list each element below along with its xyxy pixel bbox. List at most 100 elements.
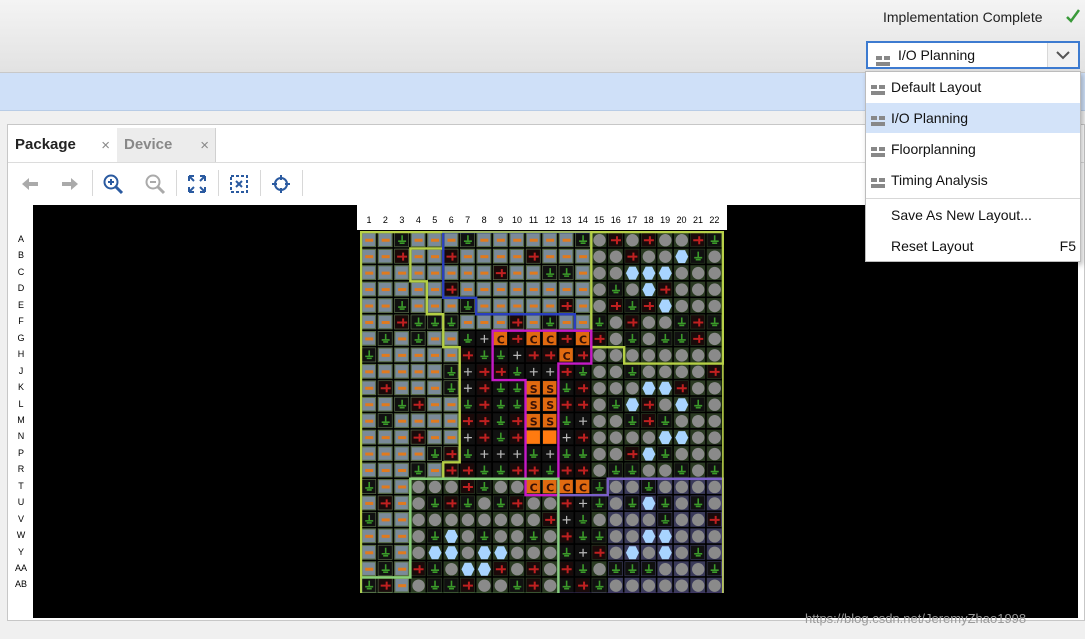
io-pin [609,431,623,444]
io-marker [562,238,571,242]
column-label: 20 [676,215,687,225]
io-pin [543,579,557,592]
layout-selector[interactable]: I/O Planning [866,41,1080,69]
io-marker [546,255,555,259]
io-pin [692,530,705,543]
io-marker [579,288,588,292]
io-pin [478,579,491,592]
menu-item-reset-layout[interactable]: Reset Layout F5 [866,231,1080,261]
io-pin [527,546,540,559]
io-pin [675,414,688,428]
io-pin [593,431,606,444]
io-marker [546,238,555,242]
menu-item-label: Reset Layout [891,238,974,254]
io-pin [708,299,721,313]
io-marker [431,386,440,390]
checkmark-icon [1065,8,1081,28]
tab-label: Device [124,136,173,153]
toolbar-separator [260,170,261,196]
io-marker [398,551,407,555]
io-pin [642,349,656,362]
config-pin-label: C [563,481,571,494]
back-icon[interactable] [18,172,42,196]
io-pin [708,349,721,362]
forward-icon[interactable] [58,172,82,196]
menu-item-save-as-new-layout[interactable]: Save As New Layout... [866,200,1080,230]
zoom-selection-icon[interactable] [227,172,251,196]
chevron-down-icon[interactable] [1047,43,1078,67]
row-label: K [17,382,24,393]
system-pin [542,430,557,444]
io-marker [447,403,456,407]
column-label: 17 [627,215,638,225]
io-marker [381,320,390,324]
io-pin [675,546,688,559]
io-pin [593,365,606,379]
io-marker [513,288,522,292]
io-marker [513,271,522,275]
io-marker [431,403,440,407]
io-pin [692,299,705,313]
io-marker [529,320,538,324]
column-label: 6 [448,215,454,225]
io-marker [447,419,456,423]
io-pin [527,513,540,527]
io-pin [675,497,688,510]
row-label: D [17,283,25,294]
io-marker [562,288,571,292]
io-marker [431,419,440,423]
menu-item-default-layout[interactable]: Default Layout [866,72,1080,102]
locate-icon[interactable] [269,172,293,196]
close-icon[interactable]: × [200,137,209,154]
io-pin [609,579,623,592]
io-marker [381,304,390,308]
row-label: R [17,464,25,475]
io-pin [659,250,672,263]
column-label: 4 [415,215,421,225]
io-pin [511,530,524,543]
system-pin-label: S [530,383,538,396]
io-pin [692,513,705,527]
io-pin [708,250,721,263]
io-marker [414,353,423,357]
menu-item-label: Timing Analysis [891,172,988,188]
menu-item-timing-analysis[interactable]: Timing Analysis [866,165,1080,195]
io-marker [381,452,390,456]
io-pin [626,349,639,362]
io-marker [496,320,505,324]
package-pin-grid[interactable]: C C C CCC C C CS SS SS S [360,231,724,593]
fit-to-view-icon[interactable] [185,172,209,196]
io-marker [529,271,538,275]
io-marker [414,419,423,423]
io-marker [431,255,440,259]
column-label: 7 [465,215,471,225]
layout-icon [876,51,890,70]
zoom-in-icon[interactable] [101,172,125,196]
io-pin [708,431,721,444]
io-marker [398,288,407,292]
io-pin [445,480,458,494]
implementation-status: Implementation Complete [883,9,1043,25]
io-marker [431,271,440,275]
row-label: C [17,266,25,277]
row-label: H [17,349,25,360]
io-pin [692,480,705,494]
zoom-out-icon[interactable] [143,172,167,196]
column-label: 2 [382,215,388,225]
io-pin [675,365,688,379]
io-marker [414,288,423,292]
row-label: AB [14,579,27,590]
tab-package[interactable]: Package × [8,128,116,162]
io-pin [642,464,656,477]
io-marker [381,271,390,275]
io-pin [642,431,656,444]
menu-item-io-planning[interactable]: I/O Planning [866,103,1080,133]
io-pin [642,579,656,592]
close-icon[interactable]: × [101,137,110,154]
system-pin-label: S [530,399,538,412]
column-label: 5 [432,215,438,225]
menu-item-floorplanning[interactable]: Floorplanning [866,134,1080,164]
row-label: J [18,365,24,376]
tab-device[interactable]: Device × [117,128,216,162]
io-pin [708,480,721,494]
